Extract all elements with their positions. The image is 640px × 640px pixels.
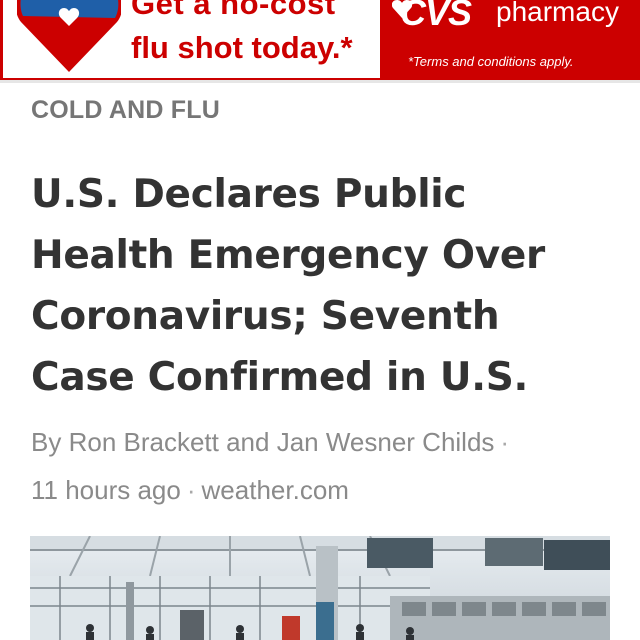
byline-time: 11 hours ago [31,475,181,505]
byline-source[interactable]: weather.com [202,475,349,505]
ad-terms: *Terms and conditions apply. [408,54,574,69]
byline-separator: · [500,427,510,457]
heart-shield-icon [17,0,121,72]
article-headline: U.S. Declares Public Health Emergency Ov… [31,172,545,400]
cvs-brand-logo[interactable]: CVS pharmacy [392,0,638,33]
airport-terminal-photo [30,536,610,640]
byline-prefix: By [31,427,62,457]
ad-headline-line2: flu shot today.* [131,30,353,65]
pharmacy-logo-text: pharmacy [496,0,619,27]
article-byline: By Ron Brackett and Jan Wesner Childs · 1… [31,418,611,514]
cvs-logo-text: CVS [400,0,472,33]
byline-authors[interactable]: Ron Brackett and Jan Wesner Childs [69,427,495,457]
byline-separator: · [186,475,196,505]
article-category-link[interactable]: COLD AND FLU [31,96,220,125]
ad-banner[interactable]: Get a no-cost flu shot today.* CVS pharm… [0,0,640,82]
ad-divider [0,80,640,83]
ad-headline-line1: Get a no-cost [131,0,336,21]
article-hero-image[interactable] [30,536,610,640]
ad-promo-panel[interactable]: Get a no-cost flu shot today.* [3,0,380,78]
